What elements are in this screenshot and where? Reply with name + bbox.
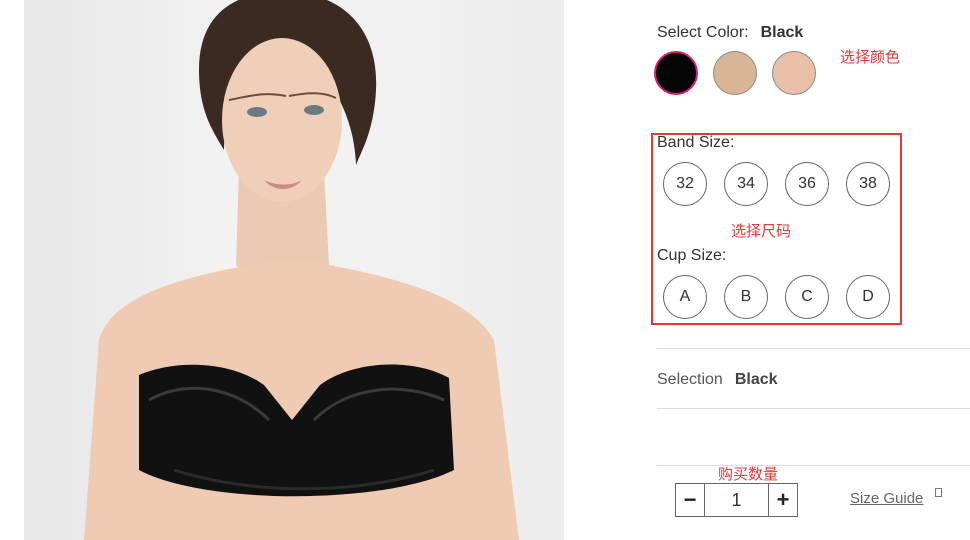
- color-label: Select Color: Black: [657, 24, 803, 42]
- product-photo: [24, 0, 564, 540]
- selection-label: Selection: [657, 371, 723, 388]
- size-guide-link[interactable]: Size Guide: [850, 490, 923, 507]
- band-size-34[interactable]: 34: [724, 162, 768, 206]
- quantity-increment-button[interactable]: +: [768, 484, 797, 516]
- quantity-value[interactable]: 1: [705, 484, 768, 516]
- band-size-36[interactable]: 36: [785, 162, 829, 206]
- model-illustration: [84, 0, 519, 540]
- color-label-text: Select Color:: [657, 24, 749, 41]
- cup-size-a[interactable]: A: [663, 275, 707, 319]
- band-size-label: Band Size:: [657, 134, 735, 151]
- selection-summary: Selection Black: [657, 371, 778, 389]
- external-link-icon[interactable]: [935, 488, 942, 497]
- selection-value: Black: [734, 371, 778, 388]
- swatch-nude[interactable]: [713, 51, 757, 95]
- cup-size-label: Cup Size:: [657, 247, 727, 264]
- cup-size-d[interactable]: D: [846, 275, 890, 319]
- swatch-blush[interactable]: [772, 51, 816, 95]
- swatch-black[interactable]: [654, 51, 698, 95]
- band-size-38[interactable]: 38: [846, 162, 890, 206]
- band-size-32[interactable]: 32: [663, 162, 707, 206]
- selected-color-value: Black: [760, 24, 804, 41]
- annotation-select-size: 选择尺码: [731, 223, 792, 240]
- quantity-stepper: − 1 +: [675, 483, 798, 517]
- cup-size-c[interactable]: C: [785, 275, 829, 319]
- annotation-select-color: 选择颜色: [840, 49, 901, 66]
- annotation-quantity: 购买数量: [718, 466, 779, 483]
- divider: [657, 348, 970, 349]
- divider: [657, 465, 970, 466]
- cup-size-b[interactable]: B: [724, 275, 768, 319]
- quantity-decrement-button[interactable]: −: [676, 484, 705, 516]
- divider: [657, 408, 970, 409]
